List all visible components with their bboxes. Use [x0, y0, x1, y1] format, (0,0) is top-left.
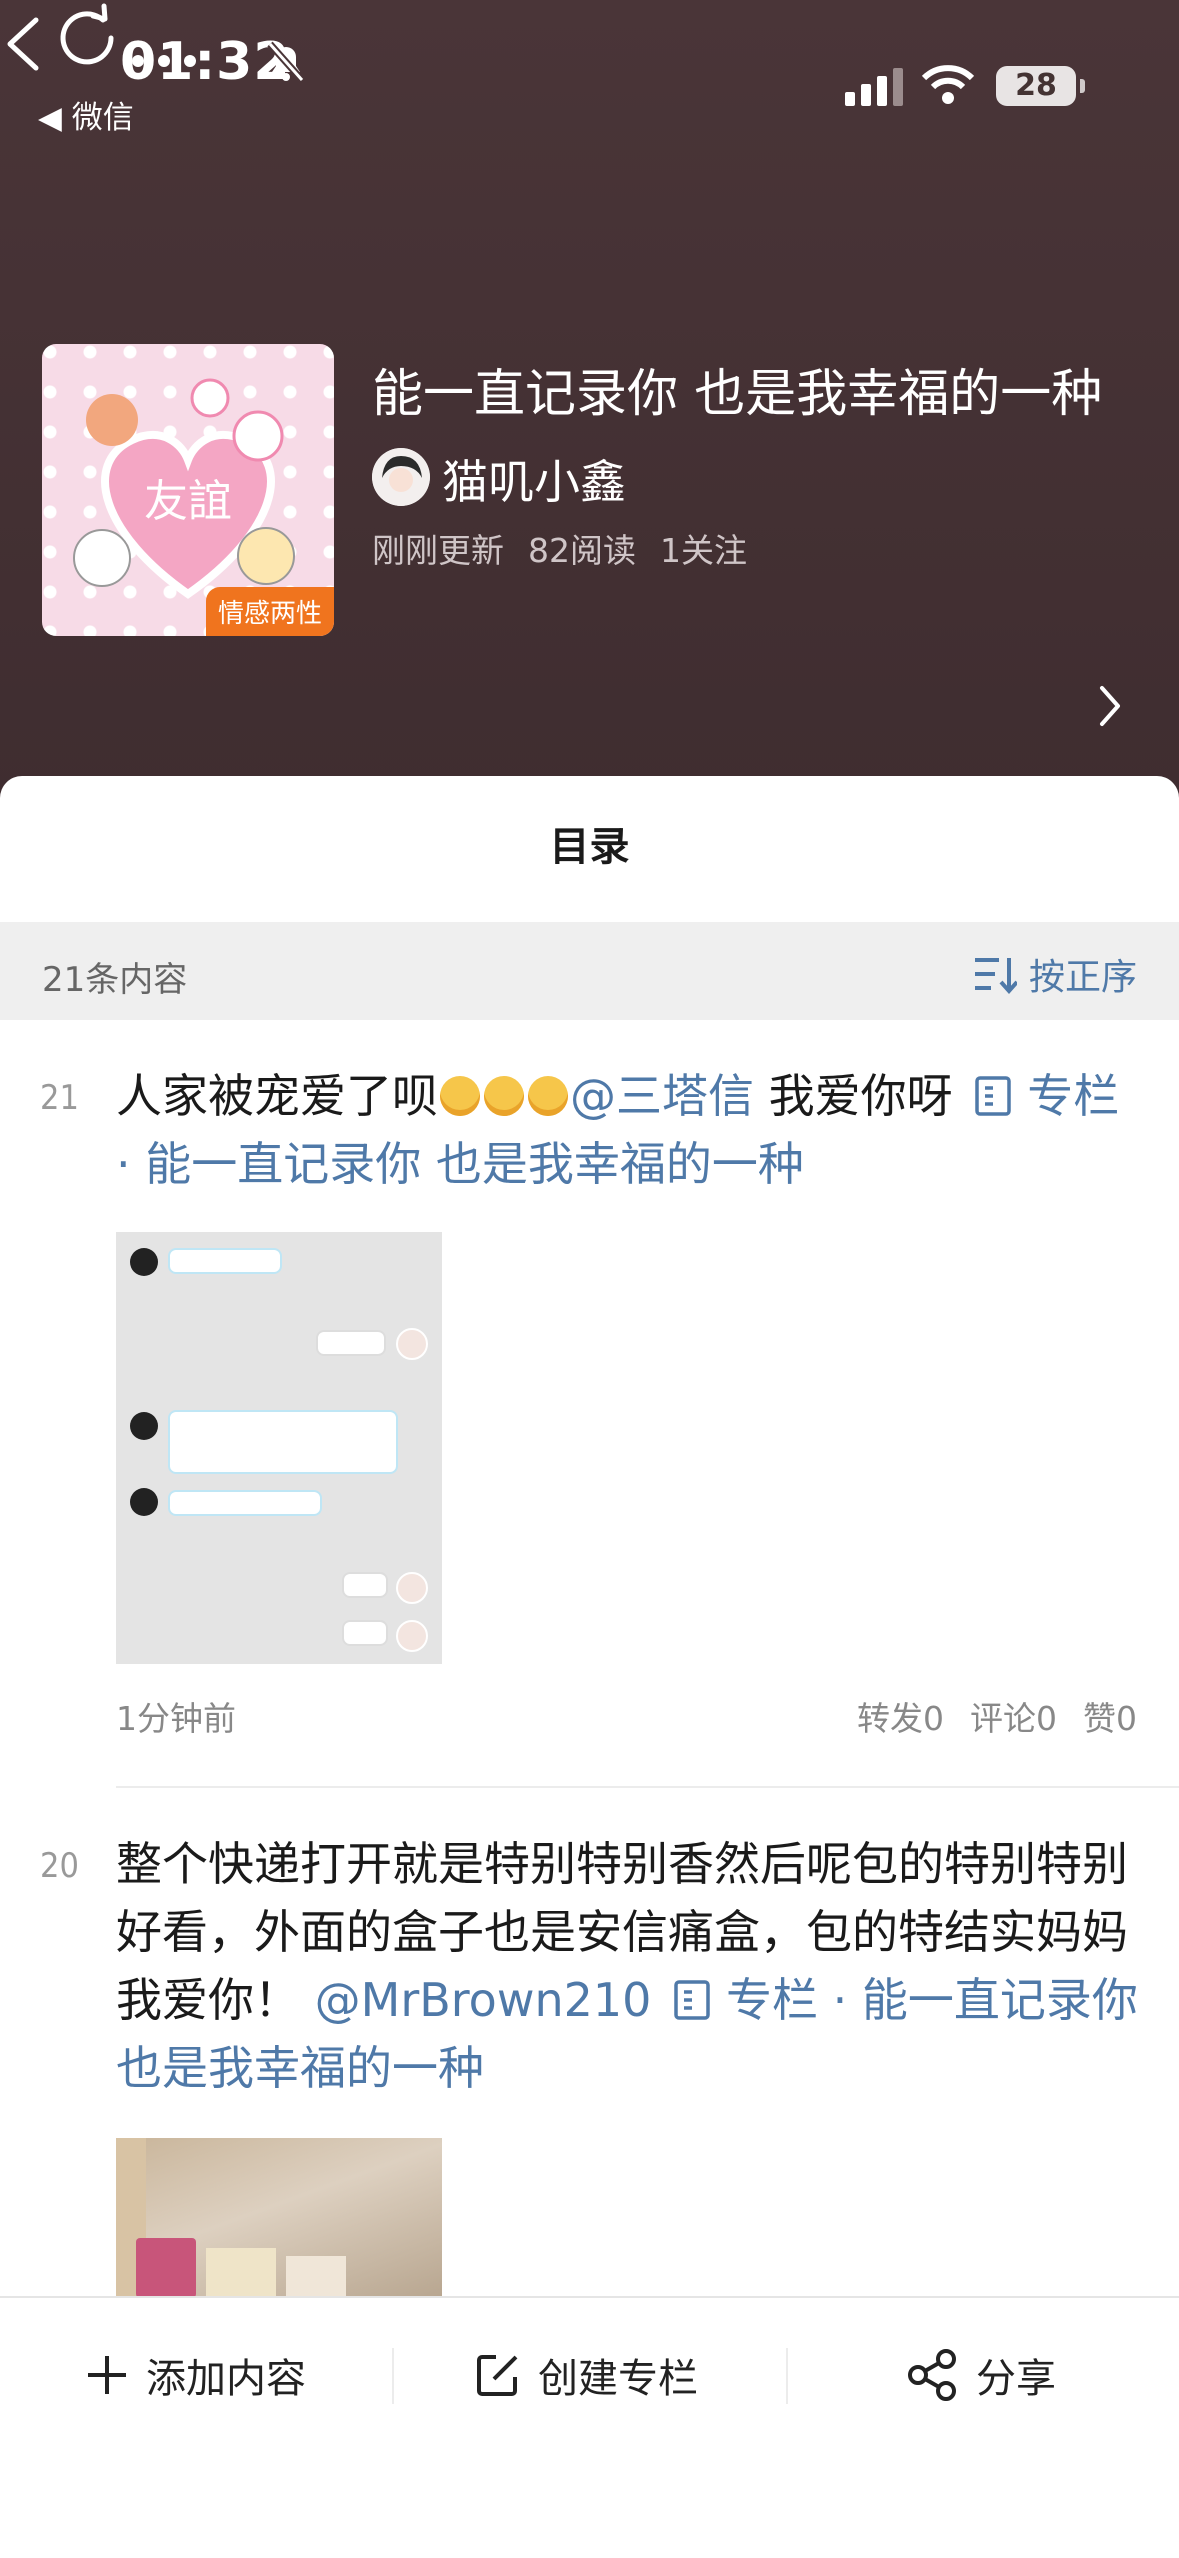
column-meta: 刚刚更新 82阅读 1关注 — [372, 524, 771, 572]
document-icon — [975, 1076, 1011, 1116]
cellular-signal-icon — [845, 68, 907, 110]
post-body: 人家被宠爱了呗 — [116, 1069, 438, 1123]
chat-bubble — [168, 1490, 322, 1516]
create-column-label: 创建专栏 — [538, 2356, 698, 2402]
updated-status: 刚刚更新 — [372, 531, 504, 570]
post-text[interactable]: 整个快递打开就是特别特别香然后呢包的特别特别好看，外面的盒子也是安信痛盒，包的特… — [116, 1830, 1146, 2102]
author-avatar[interactable] — [372, 448, 430, 506]
mention-link[interactable]: @MrBrown210 — [315, 1973, 652, 2027]
add-content-button[interactable]: 添加内容 — [84, 2346, 306, 2404]
battery-tip — [1080, 79, 1085, 93]
status-bar: 01:32 ◀ 微信 28 — [0, 0, 1179, 150]
post-text[interactable]: 人家被宠爱了呗 @三塔信 我爱你呀 专栏 · 能一直记录你 也是我幸福的一种 — [116, 1062, 1146, 1198]
image-region — [206, 2248, 276, 2298]
item-number: 20 — [40, 1846, 79, 1886]
author-name[interactable]: 猫叽小鑫 — [442, 446, 626, 512]
chat-bubble — [342, 1572, 388, 1598]
add-content-label: 添加内容 — [146, 2356, 306, 2402]
chat-bubble — [168, 1410, 398, 1474]
image-region — [286, 2256, 346, 2298]
mention-link[interactable]: @三塔信 — [570, 1069, 754, 1123]
back-to-app-link[interactable]: ◀ 微信 — [38, 92, 134, 137]
repost-count[interactable]: 转发0 — [857, 1699, 944, 1738]
mute-bell-icon — [262, 40, 310, 88]
column-title: 能一直记录你 也是我幸福的一种 — [372, 365, 1103, 424]
sort-icon — [974, 958, 1017, 994]
column-header: 01:32 ◀ 微信 28 友誼 情感两性 能一直记录你 也是我幸福的一种 猫叽… — [0, 0, 1179, 800]
chat-avatar — [396, 1620, 428, 1652]
sheet-title: 目录 — [549, 824, 630, 870]
column-cover-image[interactable]: 友誼 情感两性 — [42, 344, 334, 636]
post-body-tail: 我爱你呀 — [754, 1069, 968, 1123]
sort-button[interactable]: 按正序 — [973, 948, 1137, 1000]
post-image[interactable] — [116, 1232, 442, 1664]
document-icon — [674, 1980, 710, 2020]
chevron-right-icon[interactable] — [1096, 684, 1124, 732]
category-tag: 情感两性 — [205, 587, 334, 636]
edit-icon — [477, 2355, 518, 2396]
share-button[interactable]: 分享 — [906, 2346, 1056, 2404]
battery-icon: 28 — [996, 66, 1076, 106]
emoji-icon — [484, 1076, 524, 1116]
chat-bubble — [316, 1330, 386, 1356]
item-number: 21 — [40, 1078, 79, 1118]
follow-count: 1关注 — [660, 531, 747, 570]
separator — [786, 2348, 788, 2404]
chat-avatar — [130, 1248, 158, 1276]
chat-avatar — [396, 1328, 428, 1360]
catalog-toolbar: 21条内容 按正序 — [0, 922, 1179, 1020]
plus-icon — [88, 2356, 126, 2394]
chat-bubble — [168, 1248, 282, 1274]
item-count: 21条内容 — [42, 960, 188, 1000]
bottom-action-bar: 添加内容 创建专栏 分享 — [0, 2296, 1179, 2558]
share-icon — [908, 2349, 956, 2401]
share-label: 分享 — [976, 2356, 1056, 2402]
post-time: 1分钟前 — [116, 1699, 236, 1738]
chat-bubble — [342, 1620, 388, 1646]
item-divider — [116, 1786, 1179, 1788]
like-count[interactable]: 赞0 — [1083, 1699, 1137, 1738]
comment-count[interactable]: 评论0 — [970, 1699, 1057, 1738]
chat-avatar — [396, 1572, 428, 1604]
wifi-icon — [920, 62, 976, 110]
create-column-button[interactable]: 创建专栏 — [474, 2346, 698, 2404]
read-count: 82阅读 — [528, 531, 636, 570]
emoji-icon — [528, 1076, 568, 1116]
emoji-icon — [440, 1076, 480, 1116]
separator — [392, 2348, 394, 2404]
sort-label: 按正序 — [1028, 957, 1137, 998]
svg-text:友誼: 友誼 — [144, 476, 232, 527]
image-region — [136, 2238, 196, 2298]
chat-avatar — [130, 1412, 158, 1440]
post-image[interactable] — [116, 2138, 442, 2298]
post-stats: 转发0 评论0 赞0 — [831, 1692, 1137, 1740]
chat-avatar — [130, 1488, 158, 1516]
